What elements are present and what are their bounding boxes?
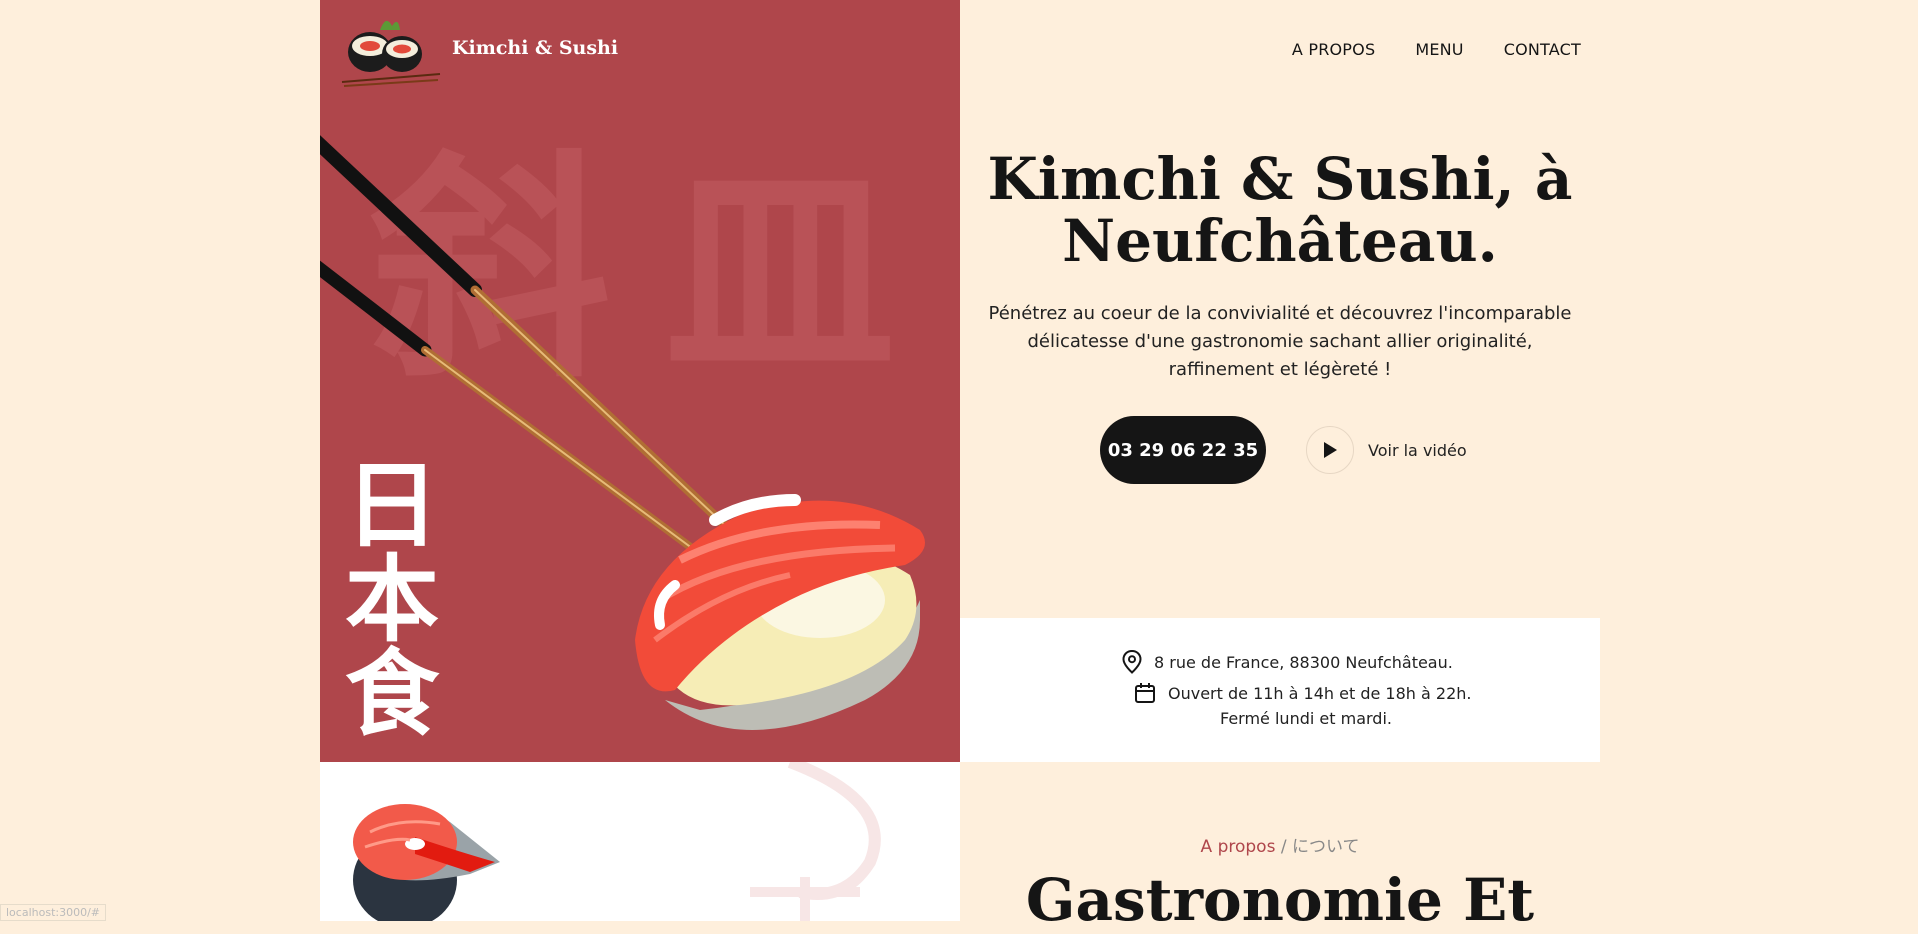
about-label-fr: A propos xyxy=(1200,837,1276,857)
phone-button[interactable]: 03 29 06 22 35 xyxy=(1100,416,1266,484)
about-label-separator: / xyxy=(1275,837,1292,857)
play-icon xyxy=(1324,442,1337,458)
main-nav: A PROPOS MENU CONTACT xyxy=(1292,40,1581,59)
brand-name[interactable]: Kimchi & Sushi xyxy=(452,37,618,59)
about-title: Gastronomie Et xyxy=(1025,866,1535,934)
nav-link-a-propos[interactable]: A PROPOS xyxy=(1292,40,1375,59)
location-pin-icon xyxy=(1122,650,1142,674)
hero-title: Kimchi & Sushi, à Neufchâteau. xyxy=(987,145,1573,275)
watch-video-button[interactable]: Voir la vidéo xyxy=(1306,426,1467,474)
address-row: 8 rue de France, 88300 Neufchâteau. xyxy=(1122,650,1453,674)
calendar-icon xyxy=(1135,683,1155,703)
sushi-chopsticks-illustration xyxy=(320,135,925,730)
info-box: 8 rue de France, 88300 Neufchâteau. Ouve… xyxy=(960,618,1600,762)
hero-description: Pénétrez au coeur de la convivialité et … xyxy=(988,303,1572,380)
play-button[interactable] xyxy=(1306,426,1354,474)
video-label: Voir la vidéo xyxy=(1368,440,1467,460)
about-image-panel xyxy=(320,762,960,921)
hours-row: Ouvert de 11h à 14h et de 18h à 22h. xyxy=(1134,682,1471,704)
status-bar-url: localhost:3000/# xyxy=(0,904,106,921)
about-section-label: A propos / について xyxy=(980,832,1580,857)
address-text: 8 rue de France, 88300 Neufchâteau. xyxy=(1154,652,1453,672)
salmon-steak-illustration xyxy=(353,762,881,921)
about-label-jp: について xyxy=(1291,837,1360,857)
hero-image-panel: 斜 皿 日 本 食 xyxy=(320,0,960,762)
nav-link-menu[interactable]: MENU xyxy=(1415,40,1463,59)
closed-days-text: Fermé lundi et mardi. xyxy=(1220,709,1392,728)
sushi-logo-icon[interactable] xyxy=(340,12,442,88)
nav-link-contact[interactable]: CONTACT xyxy=(1504,40,1581,59)
hours-text: Ouvert de 11h à 14h et de 18h à 22h. xyxy=(1168,683,1472,703)
